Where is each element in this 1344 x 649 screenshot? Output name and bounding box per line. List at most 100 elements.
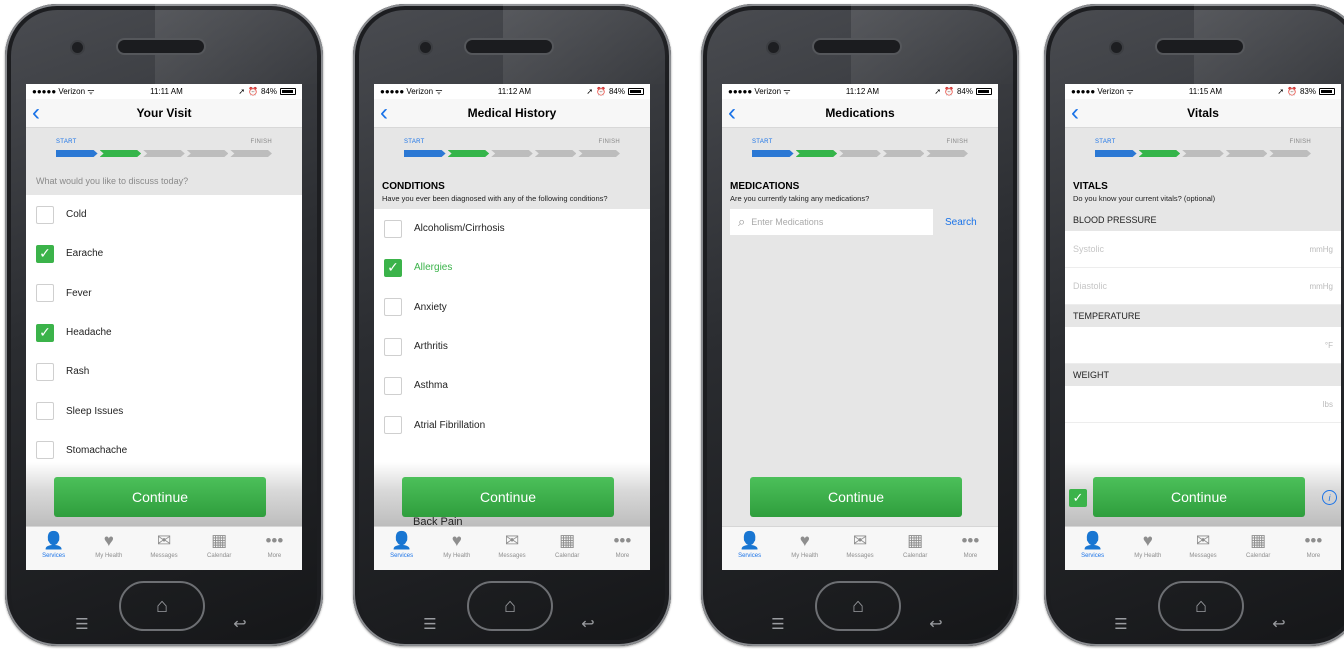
back-key-icon[interactable]: ↩ xyxy=(1266,614,1292,634)
back-chevron-icon[interactable]: ‹ xyxy=(380,100,388,126)
checkbox[interactable] xyxy=(384,298,402,317)
medication-search-input[interactable]: ⌕ Enter Medications xyxy=(730,209,933,235)
blood-pressure-header: BLOOD PRESSURE xyxy=(1065,209,1341,231)
checkbox-label: Headache xyxy=(66,327,112,339)
tab-more[interactable]: ••• More xyxy=(1286,527,1341,570)
diastolic-placeholder: Diastolic xyxy=(1073,281,1108,291)
tab-bar: 👤 Services ♥ My Health ✉ Messages ▦ Calendar •••… xyxy=(1065,526,1341,570)
back-chevron-icon[interactable]: ‹ xyxy=(1071,100,1079,126)
menu-key-icon[interactable]: ☰ xyxy=(765,614,791,634)
tab-services[interactable]: 👤 Services xyxy=(722,527,777,570)
tab-more[interactable]: ••• More xyxy=(943,527,998,570)
temperature-field[interactable]: °F xyxy=(1065,327,1341,364)
calendar-icon: ▦ xyxy=(907,531,924,550)
tab-calendar[interactable]: ▦ Calendar xyxy=(1231,527,1286,570)
tab-bar: 👤 Services ♥ My Health ✉ Messages ▦ Calendar •••… xyxy=(374,526,650,570)
tab-messages[interactable]: ✉ Messages xyxy=(136,527,191,570)
checkbox[interactable] xyxy=(384,219,402,238)
person-icon: 👤 xyxy=(1082,531,1104,550)
phone-device: ●●●●● Verizon ᯤ 11:12 AM ➚ ⏰ 84% ‹ Medications… xyxy=(701,4,1019,646)
back-chevron-icon[interactable]: ‹ xyxy=(32,100,40,126)
progress-step xyxy=(143,150,185,157)
tab-my-health[interactable]: ♥ My Health xyxy=(777,527,832,570)
checkbox-checked[interactable]: ✓ xyxy=(36,323,54,342)
back-key-icon[interactable]: ↩ xyxy=(227,614,253,634)
tab-services[interactable]: 👤 Services xyxy=(374,527,429,570)
tab-my-health[interactable]: ♥ My Health xyxy=(1120,527,1175,570)
back-key-icon[interactable]: ↩ xyxy=(575,614,601,634)
continue-button[interactable]: Continue xyxy=(750,477,962,517)
tab-my-health[interactable]: ♥ My Health xyxy=(81,527,136,570)
tab-more[interactable]: ••• More xyxy=(247,527,302,570)
home-button[interactable]: ⌂ xyxy=(119,581,205,631)
checkbox-row[interactable]: Fever xyxy=(26,273,302,313)
menu-key-icon[interactable]: ☰ xyxy=(69,614,95,634)
checkbox[interactable] xyxy=(36,284,54,303)
tab-calendar[interactable]: ▦ Calendar xyxy=(888,527,943,570)
tab-messages[interactable]: ✉ Messages xyxy=(1175,527,1230,570)
conditions-header: CONDITIONS Have you ever been diagnosed w… xyxy=(374,174,650,209)
checkbox-row[interactable]: ✓ Earache xyxy=(26,234,302,274)
info-icon[interactable]: i xyxy=(1322,490,1337,505)
checkbox-row[interactable]: ✓ Headache xyxy=(26,312,302,353)
search-button[interactable]: Search xyxy=(945,217,977,228)
continue-button[interactable]: Continue xyxy=(54,477,266,517)
checkbox-row[interactable]: Anxiety xyxy=(374,287,650,327)
checkbox-row[interactable]: Arthritis xyxy=(374,326,650,367)
systolic-field[interactable]: Systolic mmHg xyxy=(1065,231,1341,268)
tab-calendar[interactable]: ▦ Calendar xyxy=(192,527,247,570)
checkbox-row[interactable]: Atrial Fibrillation xyxy=(374,405,650,445)
menu-key-icon[interactable]: ☰ xyxy=(1108,614,1134,634)
page-title: Medical History xyxy=(467,106,557,120)
checkbox-checked[interactable]: ✓ xyxy=(384,258,402,277)
tab-calendar[interactable]: ▦ Calendar xyxy=(540,527,595,570)
checkbox-row[interactable]: Cold xyxy=(26,195,302,235)
back-chevron-icon[interactable]: ‹ xyxy=(728,100,736,126)
checkbox-row[interactable]: Rash xyxy=(26,352,302,392)
checkbox-checked[interactable]: ✓ xyxy=(1069,489,1087,507)
checkbox[interactable] xyxy=(36,205,54,224)
progress-step xyxy=(752,150,794,157)
clock: 11:15 AM xyxy=(1188,87,1223,96)
checkbox[interactable] xyxy=(36,441,54,460)
tab-label: More xyxy=(1306,553,1321,559)
weight-field[interactable]: lbs xyxy=(1065,386,1341,423)
tab-messages[interactable]: ✉ Messages xyxy=(832,527,887,570)
continue-button[interactable]: Continue xyxy=(1093,477,1305,517)
checkbox-label: Cold xyxy=(66,209,87,221)
location-icon: ➚ xyxy=(586,87,594,96)
tab-messages[interactable]: ✉ Messages xyxy=(484,527,539,570)
checkbox[interactable] xyxy=(384,416,402,435)
checkbox[interactable] xyxy=(36,402,54,421)
tab-my-health[interactable]: ♥ My Health xyxy=(429,527,484,570)
diastolic-field[interactable]: Diastolic mmHg xyxy=(1065,268,1341,305)
home-button[interactable]: ⌂ xyxy=(815,581,901,631)
progress-step xyxy=(883,150,925,157)
back-key-icon[interactable]: ↩ xyxy=(923,614,949,634)
checkbox-checked[interactable]: ✓ xyxy=(36,244,54,263)
home-button[interactable]: ⌂ xyxy=(467,581,553,631)
tab-services[interactable]: 👤 Services xyxy=(1065,527,1120,570)
checkbox-row[interactable]: Sleep Issues xyxy=(26,391,302,431)
status-bar: ●●●●● Verizon ᯤ 11:12 AM ➚ ⏰ 84% xyxy=(374,84,650,99)
checkbox[interactable] xyxy=(384,376,402,395)
home-button[interactable]: ⌂ xyxy=(1158,581,1244,631)
progress-step xyxy=(56,150,98,157)
checkbox-label: Sleep Issues xyxy=(66,405,124,417)
tab-label: My Health xyxy=(791,553,819,559)
location-icon: ➚ xyxy=(238,87,246,96)
battery-icon xyxy=(280,88,296,95)
person-icon: 👤 xyxy=(43,531,65,550)
checkbox[interactable] xyxy=(36,362,54,381)
tab-services[interactable]: 👤 Services xyxy=(26,527,81,570)
checkbox-row[interactable]: ✓ Allergies xyxy=(374,248,650,288)
checkbox-row[interactable]: Alcoholism/Cirrhosis xyxy=(374,209,650,249)
tab-label: Calendar xyxy=(903,553,928,559)
battery-percent: 83% xyxy=(1299,87,1316,96)
continue-button[interactable]: Continue xyxy=(402,477,614,517)
tab-label: Services xyxy=(738,553,762,559)
menu-key-icon[interactable]: ☰ xyxy=(417,614,443,634)
tab-more[interactable]: ••• More xyxy=(595,527,650,570)
checkbox[interactable] xyxy=(384,337,402,356)
checkbox-row[interactable]: Asthma xyxy=(374,366,650,406)
